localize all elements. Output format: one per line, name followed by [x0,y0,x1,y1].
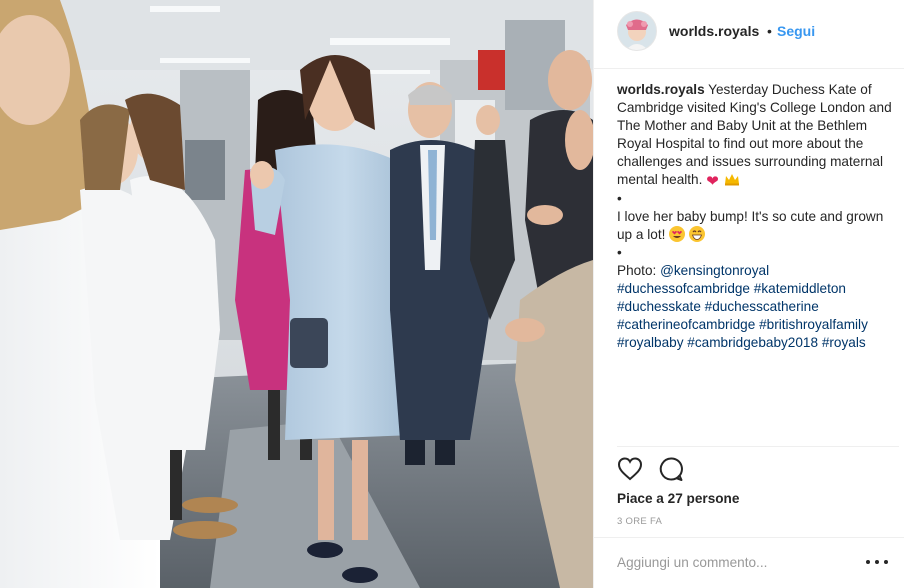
heart-eyes-emoji-icon [669,225,686,242]
caption-line: I love her baby bump! It's so cute and g… [617,208,884,224]
actions-divider [617,446,899,447]
more-options-icon[interactable] [859,550,895,574]
caption-line: challenges and issues surrounding matern… [617,154,883,170]
caption-line: #catherineofcambridge #britishroyalfamil… [617,316,899,334]
caption-line: #royalbaby #cambridgebaby2018 #royals [617,334,899,352]
header-username[interactable]: worlds.royals [669,23,759,39]
avatar[interactable] [617,11,657,51]
post-photo[interactable] [0,0,593,588]
hashtag-link[interactable]: #catherineofcambridge [617,317,755,332]
caption-bullet: • [617,190,622,206]
caption-line: worlds.royals Yesterday Duchess Kate of [617,81,899,99]
header-separator: • [767,23,772,39]
hashtag-link[interactable]: #cambridgebaby2018 [687,335,818,350]
caption-line: The Mother and Baby Unit at the Bethlem [617,118,868,134]
caption-line: #duchessofcambridge #katemiddleton [617,280,899,298]
caption-line: #duchesskate #duchesscatherine [617,298,899,316]
caption-text: up a lot! [617,226,666,242]
post-timestamp[interactable]: 3 ORE FA [617,516,662,527]
comment-input[interactable] [617,550,857,574]
caption-bullet: • [617,244,622,260]
caption-line: mental health. ❤ [617,171,899,189]
caption-line: up a lot! [617,225,899,244]
avatar-image [618,12,656,50]
heart-emoji-icon: ❤ [706,173,719,191]
mention-link[interactable]: @kensingtonroyal [660,263,769,278]
caption-line: Photo: @kensingtonroyal [617,262,899,280]
likes-count[interactable]: Piace a 27 persone [617,491,739,506]
hashtag-link[interactable]: #duchesskate [617,299,701,314]
post-side-panel: worlds.royals • Segui worlds.royals Yest… [593,0,904,588]
caption-line: Cambridge visited King's College London … [617,100,892,116]
caption-username[interactable]: worlds.royals [617,82,705,97]
crown-emoji-icon [724,174,739,186]
photo-illustration [0,0,593,588]
like-heart-icon[interactable] [617,456,643,482]
follow-button[interactable]: Segui [777,23,815,39]
post-caption: worlds.royals Yesterday Duchess Kate of … [617,81,899,352]
hashtag-link[interactable]: #duchesscatherine [705,299,819,314]
hashtag-link[interactable]: #duchessofcambridge [617,281,750,296]
post-header: worlds.royals • Segui [594,0,904,69]
comment-form [594,537,904,588]
hashtag-link[interactable]: #royals [822,335,866,350]
caption-text: mental health. [617,172,703,188]
hashtag-link[interactable]: #royalbaby [617,335,684,350]
caption-text: Photo: [617,262,661,278]
caption-line: Royal Hospital to find out more about th… [617,136,864,152]
grinning-emoji-icon [688,225,705,242]
hashtag-link[interactable]: #britishroyalfamily [759,317,868,332]
caption-text: Yesterday Duchess Kate of [704,82,872,97]
instagram-post: worlds.royals • Segui worlds.royals Yest… [0,0,904,588]
hashtag-link[interactable]: #katemiddleton [754,281,846,296]
comment-bubble-icon[interactable] [658,456,684,482]
